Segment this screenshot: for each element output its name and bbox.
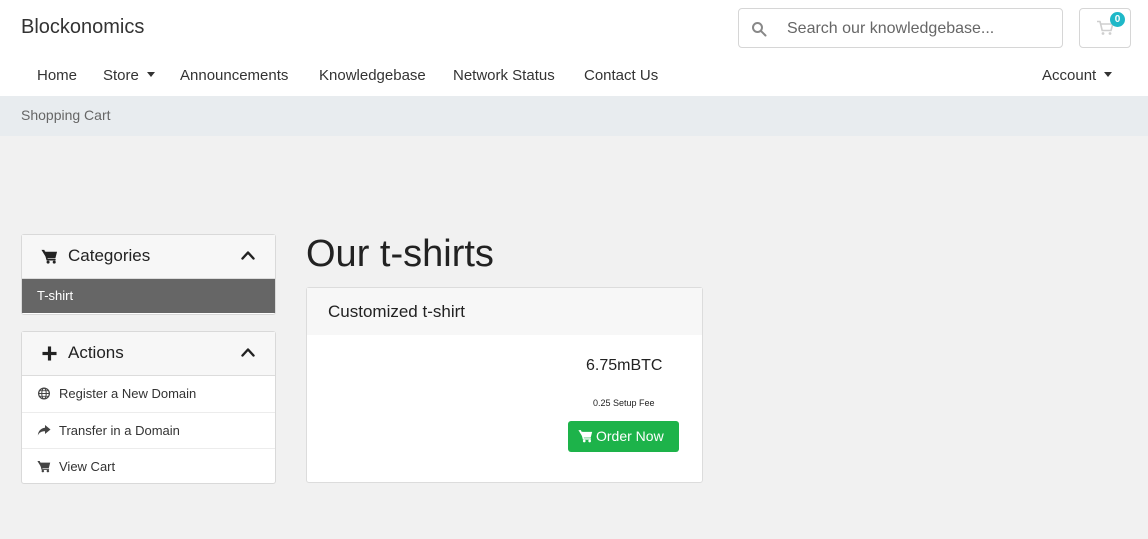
product-price: 6.75mBTC: [586, 357, 663, 374]
action-transfer-domain[interactable]: Transfer in a Domain: [22, 412, 275, 448]
action-register-domain[interactable]: Register a New Domain: [22, 376, 275, 412]
nav-contact-us[interactable]: Contact Us: [584, 67, 658, 84]
nav-store[interactable]: Store: [103, 67, 155, 84]
product-card: Customized t-shirt 6.75mBTC 0.25 Setup F…: [306, 287, 703, 483]
action-view-cart-label: View Cart: [59, 459, 116, 474]
top-header: Blockonomics 0 Home Store Announcements …: [0, 0, 1148, 96]
product-card-header: Customized t-shirt: [307, 288, 702, 335]
search-box[interactable]: [738, 8, 1063, 48]
search-input[interactable]: [787, 17, 1052, 41]
action-transfer-domain-label: Transfer in a Domain: [59, 423, 180, 438]
globe-icon: [38, 387, 50, 400]
product-name: Customized t-shirt: [328, 302, 465, 321]
breadcrumb-bar: Shopping Cart: [0, 96, 1148, 136]
action-register-domain-label: Register a New Domain: [59, 386, 197, 401]
order-now-label: Order Now: [596, 428, 664, 444]
chevron-up-icon[interactable]: [241, 250, 255, 260]
nav-store-label: Store: [103, 67, 139, 84]
actions-title: Actions: [68, 343, 124, 362]
nav-home[interactable]: Home: [37, 67, 77, 84]
actions-list: Register a New Domain Transfer in a Doma…: [22, 376, 275, 484]
categories-title: Categories: [68, 246, 151, 265]
plus-icon: [42, 346, 57, 361]
page-title: Our t-shirts: [306, 233, 494, 275]
chevron-up-icon[interactable]: [241, 347, 255, 357]
nav-account[interactable]: Account: [1042, 67, 1113, 84]
order-now-button[interactable]: Order Now: [568, 421, 679, 452]
brand-logo[interactable]: Blockonomics: [21, 16, 144, 39]
actions-panel-header[interactable]: Actions: [22, 332, 275, 376]
share-arrow-icon: [37, 425, 51, 436]
product-setup-fee: 0.25 Setup Fee: [593, 398, 655, 408]
nav-announcements[interactable]: Announcements: [180, 67, 288, 84]
categories-panel: Categories T-shirt: [21, 234, 276, 315]
action-view-cart[interactable]: View Cart: [22, 448, 275, 484]
caret-down-icon: [146, 72, 155, 77]
cart-icon: [578, 430, 593, 443]
caret-down-icon: [1104, 72, 1113, 77]
main-nav: Home Store Announcements Knowledgebase N…: [0, 64, 1148, 90]
categories-panel-header[interactable]: Categories: [22, 235, 275, 279]
cart-icon: [37, 461, 51, 473]
actions-panel: Actions Register a New Domain Transfer i…: [21, 331, 276, 484]
cart-button[interactable]: 0: [1079, 8, 1131, 48]
nav-network-status[interactable]: Network Status: [453, 67, 555, 84]
search-icon: [752, 22, 767, 37]
cart-count-badge: 0: [1110, 12, 1125, 27]
category-item-tshirt[interactable]: T-shirt: [22, 279, 275, 313]
nav-account-label: Account: [1042, 67, 1097, 84]
nav-knowledgebase[interactable]: Knowledgebase: [319, 67, 426, 84]
cart-icon: [41, 249, 58, 264]
breadcrumb: Shopping Cart: [21, 107, 111, 123]
